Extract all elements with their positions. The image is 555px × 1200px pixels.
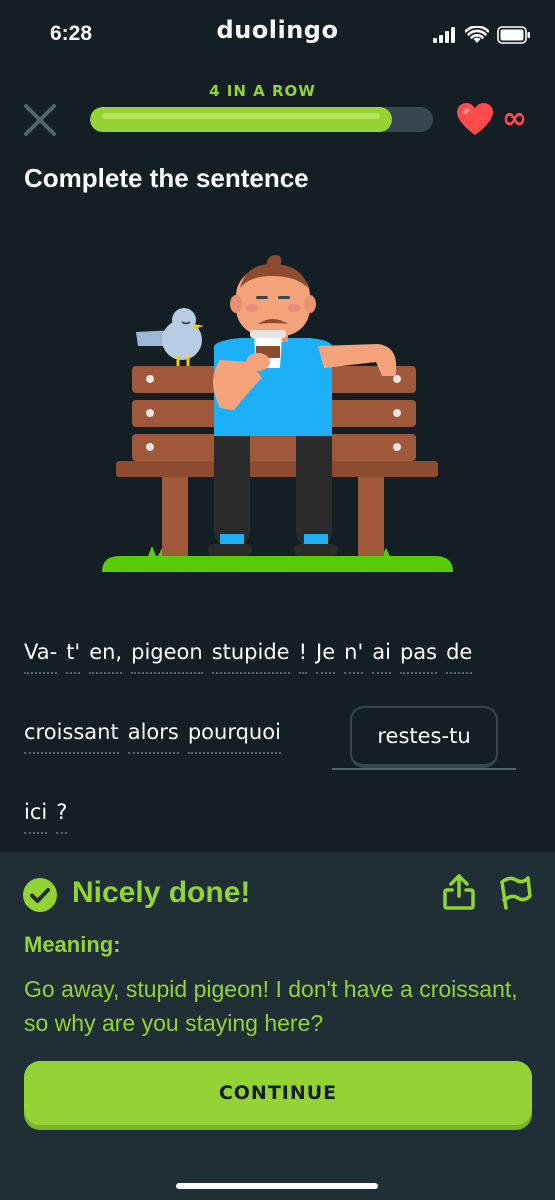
sentence-word[interactable]: ? xyxy=(56,800,68,834)
lesson-header: 4 IN A ROW ∞ xyxy=(0,80,555,160)
sentence-word[interactable]: alors xyxy=(127,720,179,754)
battery-icon xyxy=(497,26,530,44)
streak-label: 4 IN A ROW xyxy=(209,82,316,100)
sentence-line-1: Va-t' en, pigeon stupide! Je n' ai pas de xyxy=(24,640,481,674)
wifi-icon xyxy=(465,26,489,43)
close-icon[interactable] xyxy=(22,102,58,138)
sentence-word[interactable]: stupide xyxy=(211,640,290,674)
sentence-word[interactable]: croissant xyxy=(24,720,119,754)
continue-button[interactable]: CONTINUE xyxy=(24,1061,532,1125)
bench-man-pigeon-illustration xyxy=(102,255,453,572)
status-icons xyxy=(433,24,531,46)
sentence-word[interactable]: ! xyxy=(298,640,308,674)
sentence-word[interactable]: pas xyxy=(399,640,438,674)
sentence-word[interactable]: n' xyxy=(344,640,364,674)
check-circle-icon xyxy=(23,878,57,912)
sentence-word[interactable]: pigeon xyxy=(131,640,203,674)
meaning-label: Meaning: xyxy=(24,932,121,957)
sentence-line-2: croissant alors pourquoi xyxy=(24,720,290,754)
answer-blank: restes-tu xyxy=(332,706,516,770)
sentence-word[interactable]: Va- xyxy=(24,640,58,674)
sentence-word[interactable]: t' xyxy=(66,640,81,674)
heart-icon[interactable] xyxy=(456,102,494,136)
sentence-word[interactable]: Je xyxy=(316,640,336,674)
sentence-word[interactable]: ici xyxy=(24,800,48,834)
meaning-text: Go away, stupid pigeon! I don't have a c… xyxy=(24,976,518,1036)
home-indicator[interactable] xyxy=(176,1183,378,1189)
progress-fill xyxy=(90,107,392,132)
hearts-count: ∞ xyxy=(502,101,527,136)
feedback-title: Nicely done! xyxy=(72,876,251,909)
sentence-word[interactable]: en, xyxy=(89,640,123,674)
status-bar: 6:28 duolingo xyxy=(0,0,555,70)
sentence-line-3: ici? xyxy=(24,800,76,834)
share-icon[interactable] xyxy=(442,874,476,910)
sentence-word[interactable]: de xyxy=(446,640,473,674)
progress-bar xyxy=(90,107,433,132)
flag-icon[interactable] xyxy=(498,874,532,910)
sentence-word[interactable]: pourquoi xyxy=(187,720,281,754)
signal-icon xyxy=(433,27,455,43)
feedback-panel: Nicely done! Meaning: Go away, stupid pi… xyxy=(0,852,555,1200)
prompt-title: Complete the sentence xyxy=(24,163,309,193)
sentence-word[interactable]: ai xyxy=(372,640,391,674)
answer-chip[interactable]: restes-tu xyxy=(350,706,498,768)
